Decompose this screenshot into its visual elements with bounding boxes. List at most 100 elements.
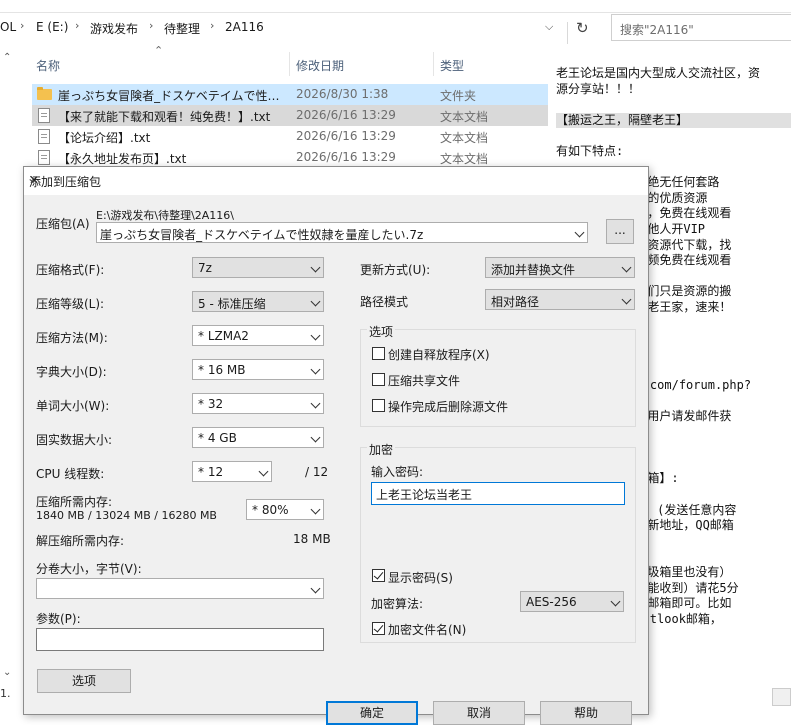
params-label: 参数(P): bbox=[36, 612, 81, 626]
show-password-label[interactable]: 显示密码(S) bbox=[388, 569, 453, 586]
file-row[interactable]: 【来了就能下载和观看！纯免费！】.txt 2026/6/16 13:29 文本文… bbox=[32, 105, 548, 126]
file-name: 【论坛介绍】.txt bbox=[58, 131, 151, 145]
scroll-down-icon[interactable]: ⌄ bbox=[3, 667, 11, 678]
scroll-up-icon[interactable]: ⌃ bbox=[3, 52, 11, 63]
chevron-down-icon[interactable] bbox=[310, 583, 321, 594]
chevron-down-icon bbox=[310, 504, 321, 515]
text-line: 【搬运之王，隔壁老王】 bbox=[556, 112, 791, 129]
file-name: 崖っぷち女冒険者_ドスケベテイムで性… bbox=[58, 89, 280, 103]
chevron-down-icon[interactable] bbox=[574, 227, 585, 238]
update-select[interactable]: 添加并替换文件 bbox=[485, 257, 635, 278]
search-placeholder: 搜索"2A116" bbox=[620, 23, 694, 37]
password-input[interactable]: 上老王论坛当老王 bbox=[371, 482, 625, 505]
chevron-down-icon bbox=[310, 432, 321, 443]
text-file-icon bbox=[38, 150, 50, 165]
column-header-type[interactable]: 类型 bbox=[440, 57, 464, 74]
shared-label[interactable]: 压缩共享文件 bbox=[388, 372, 460, 389]
encrypt-names-label[interactable]: 加密文件名(N) bbox=[388, 621, 466, 638]
cancel-button[interactable]: 取消 bbox=[433, 701, 525, 725]
help-button[interactable]: 帮助 bbox=[540, 701, 632, 725]
ok-button[interactable]: 确定 bbox=[326, 701, 418, 725]
solid-select[interactable]: * 4 GB bbox=[192, 427, 324, 448]
file-row[interactable]: 【论坛介绍】.txt 2026/6/16 13:29 文本文档 bbox=[32, 126, 548, 147]
text-line: 源分享站！！！ bbox=[556, 81, 641, 96]
sfx-checkbox[interactable] bbox=[372, 347, 385, 360]
mem-pct-select[interactable]: * 80% bbox=[246, 499, 324, 520]
chevron-right-icon: › bbox=[210, 19, 215, 32]
status-count: 1. bbox=[0, 687, 11, 700]
volume-label: 分卷大小，字节(V): bbox=[36, 562, 142, 576]
file-type: 文本文档 bbox=[440, 131, 489, 145]
method-value: * LZMA2 bbox=[198, 329, 249, 343]
word-select[interactable]: * 32 bbox=[192, 393, 324, 414]
chevron-down-icon bbox=[310, 398, 321, 409]
file-row[interactable]: 崖っぷち女冒険者_ドスケベテイムで性… 2026/8/30 1:38 文件夹 bbox=[32, 84, 548, 105]
delete-source-label[interactable]: 操作完成后删除源文件 bbox=[388, 398, 508, 415]
encrypt-names-checkbox[interactable] bbox=[372, 622, 385, 635]
column-header-date[interactable]: 修改日期 bbox=[296, 57, 344, 74]
file-type: 文件夹 bbox=[440, 89, 477, 103]
file-name: 【永久地址发布页】.txt bbox=[58, 152, 187, 166]
threads-value: * 12 bbox=[198, 465, 224, 479]
column-divider[interactable] bbox=[289, 52, 290, 76]
chevron-down-icon bbox=[310, 364, 321, 375]
chevron-down-icon bbox=[610, 596, 621, 607]
search-input[interactable]: 搜索"2A116" bbox=[611, 14, 791, 41]
divider bbox=[567, 22, 568, 44]
dict-value: * 16 MB bbox=[198, 363, 246, 377]
options-button[interactable]: 选项 bbox=[37, 669, 131, 693]
browse-button[interactable]: ... bbox=[606, 219, 634, 244]
shared-checkbox[interactable] bbox=[372, 373, 385, 386]
path-label: 路径模式 bbox=[360, 295, 409, 309]
password-value: 上老王论坛当老王 bbox=[376, 488, 473, 502]
word-value: * 32 bbox=[198, 397, 224, 411]
delete-source-checkbox[interactable] bbox=[372, 399, 385, 412]
level-select[interactable]: 5 - 标准压缩 bbox=[192, 291, 324, 312]
chevron-right-icon: › bbox=[20, 19, 25, 32]
navigation-pane-edge[interactable]: ⌃ ⌄ 1. bbox=[0, 42, 22, 715]
breadcrumb-item[interactable]: E (E:) bbox=[36, 20, 68, 34]
chevron-down-icon bbox=[621, 262, 632, 273]
chevron-down-icon bbox=[310, 330, 321, 341]
algo-select[interactable]: AES-256 bbox=[520, 591, 624, 612]
chevron-down-icon bbox=[310, 296, 321, 307]
encryption-group-title: 加密 bbox=[367, 441, 396, 458]
file-date: 2026/8/30 1:38 bbox=[296, 87, 389, 101]
column-divider[interactable] bbox=[433, 52, 434, 76]
chevron-right-icon: › bbox=[75, 19, 80, 32]
format-select[interactable]: 7z bbox=[192, 257, 324, 278]
mem-pct-value: * 80% bbox=[252, 503, 289, 517]
show-password-checkbox[interactable] bbox=[372, 569, 385, 582]
breadcrumb-item[interactable]: 待整理 bbox=[164, 20, 200, 37]
breadcrumb-item[interactable]: 2A116 bbox=[225, 20, 264, 34]
breadcrumb-item[interactable]: 游戏发布 bbox=[90, 20, 138, 37]
dict-select[interactable]: * 16 MB bbox=[192, 359, 324, 380]
threads-select[interactable]: * 12 bbox=[192, 461, 272, 482]
threads-label: CPU 线程数: bbox=[36, 467, 105, 481]
folder-icon bbox=[37, 87, 52, 100]
format-label: 压缩格式(F): bbox=[36, 263, 105, 277]
dialog-titlebar[interactable]: 添加到压缩包 ✕ bbox=[24, 167, 648, 195]
path-value: 相对路径 bbox=[491, 295, 540, 309]
sfx-label[interactable]: 创建自释放程序(X) bbox=[388, 346, 490, 363]
archive-label: 压缩包(A) bbox=[36, 217, 90, 231]
add-to-archive-dialog: 添加到压缩包 ✕ 压缩包(A) E:\游戏发布\待整理\2A116\ 崖っぷち女… bbox=[23, 166, 649, 725]
algo-label: 加密算法: bbox=[371, 597, 424, 611]
breadcrumb-item[interactable]: OL bbox=[0, 20, 16, 34]
close-icon[interactable]: ✕ bbox=[29, 173, 640, 187]
mem-label: 压缩所需内存: bbox=[36, 495, 113, 509]
file-date: 2026/6/16 13:29 bbox=[296, 129, 396, 143]
scrollbar-corner[interactable] bbox=[772, 688, 791, 706]
chevron-down-icon[interactable]: ⌵ bbox=[545, 20, 553, 34]
path-select[interactable]: 相对路径 bbox=[485, 289, 635, 310]
file-row[interactable]: 【永久地址发布页】.txt 2026/6/16 13:29 文本文档 bbox=[32, 147, 548, 168]
column-header-name[interactable]: 名称 bbox=[36, 57, 60, 74]
archive-name-combo[interactable]: 崖っぷち女冒険者_ドスケベテイムで性奴隷を量産したい.7z bbox=[96, 222, 588, 243]
chevron-right-icon: › bbox=[149, 19, 154, 32]
text-file-icon bbox=[38, 129, 50, 144]
refresh-icon[interactable]: ↻ bbox=[576, 19, 589, 37]
volume-combo[interactable] bbox=[36, 578, 324, 599]
params-input[interactable] bbox=[36, 628, 324, 651]
solid-label: 固实数据大小: bbox=[36, 433, 113, 447]
method-select[interactable]: * LZMA2 bbox=[192, 325, 324, 346]
